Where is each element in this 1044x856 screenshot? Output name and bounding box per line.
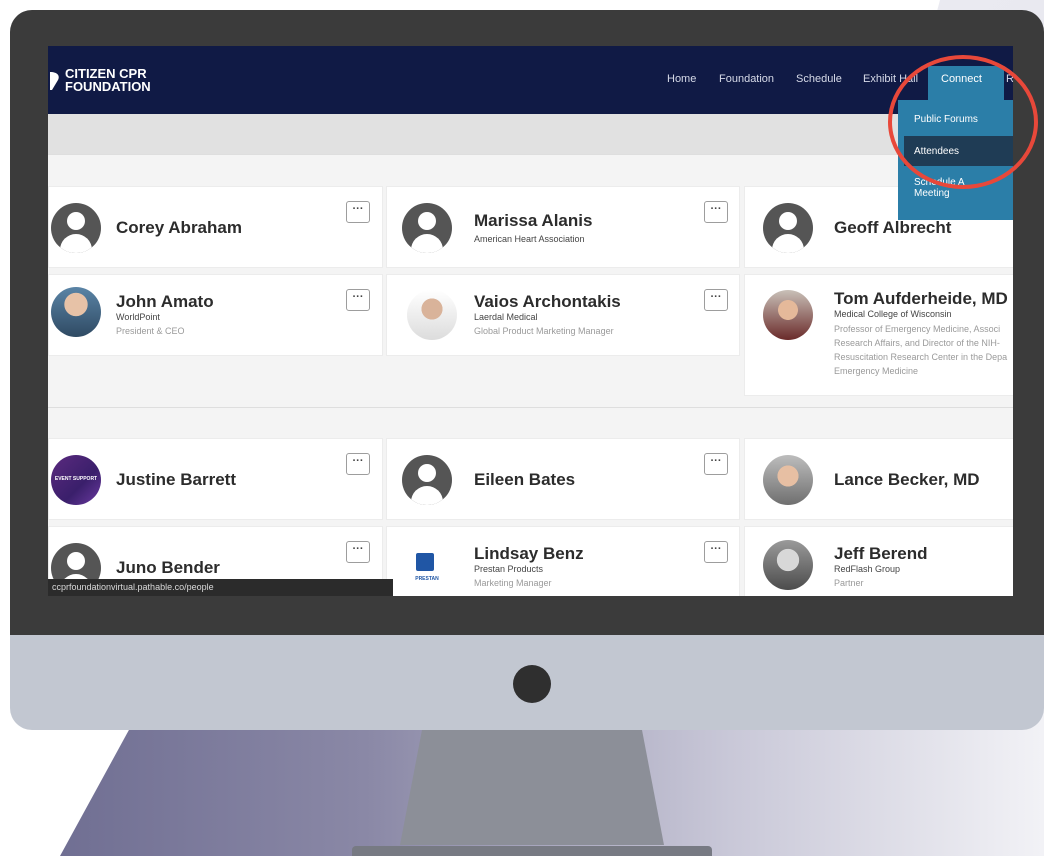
person-name: Justine Barrett: [116, 470, 236, 489]
person-name: Geoff Albrecht: [834, 218, 952, 237]
avatar-label: EVENT SUPPORT: [54, 476, 98, 482]
nav-schedule[interactable]: Schedule: [796, 73, 842, 85]
avatar-photo: [763, 290, 813, 340]
person-name: Corey Abraham: [116, 218, 242, 237]
brand-logo[interactable]: CITIZEN CPR FOUNDATION: [65, 67, 151, 93]
person-card-tom-aufderheide[interactable]: Tom Aufderheide, MD Medical College of W…: [744, 274, 1013, 396]
more-options-button[interactable]: ···: [704, 541, 728, 563]
avatar-photo: [407, 290, 457, 340]
avatar-photo: [763, 455, 813, 505]
section-divider: [48, 407, 1013, 408]
person-name: Lance Becker, MD: [834, 470, 980, 489]
sub-toolbar: [48, 114, 1013, 154]
nav-home[interactable]: Home: [667, 73, 696, 85]
person-org: Prestan Products: [474, 564, 544, 574]
person-org: American Heart Association: [474, 234, 585, 244]
person-card-corey-abraham[interactable]: Corey Abraham ···: [48, 186, 383, 268]
person-role: President & CEO: [116, 326, 185, 336]
person-role: Partner: [834, 578, 864, 588]
person-org: RedFlash Group: [834, 564, 901, 574]
person-name: Tom Aufderheide, MD: [834, 289, 1008, 308]
screen: CITIZEN CPR FOUNDATION Home Foundation S…: [48, 46, 1013, 596]
more-options-button[interactable]: ···: [704, 289, 728, 311]
more-options-button[interactable]: ···: [346, 289, 370, 311]
person-card-marissa-alanis[interactable]: Marissa Alanis American Heart Associatio…: [386, 186, 740, 268]
person-org: Medical College of Wisconsin: [834, 309, 952, 319]
person-role: Marketing Manager: [474, 578, 552, 588]
avatar-photo: [51, 287, 101, 337]
person-name: Lindsay Benz: [474, 544, 584, 563]
person-role-line: Emergency Medicine: [834, 366, 919, 376]
more-options-button[interactable]: ···: [346, 453, 370, 475]
person-name: Jeff Berend: [834, 544, 928, 563]
more-options-button[interactable]: ···: [346, 201, 370, 223]
avatar-label: PRESTAN: [415, 576, 439, 582]
person-org: Laerdal Medical: [474, 312, 538, 322]
avatar: [51, 203, 101, 253]
avatar: [402, 203, 452, 253]
monitor-stand-base: [352, 846, 712, 856]
person-name: John Amato: [116, 292, 214, 311]
person-role-line: Research Affairs, and Director of the NI…: [834, 338, 1000, 348]
person-card-eileen-bates[interactable]: Eileen Bates ···: [386, 438, 740, 520]
person-role-line: Resuscitation Research Center in the Dep…: [834, 352, 1008, 362]
logo-icon: [50, 72, 59, 90]
person-card-lindsay-benz[interactable]: PRESTAN Lindsay Benz Prestan Products Ma…: [386, 526, 740, 596]
monitor-logo-dot: [513, 665, 551, 703]
avatar-photo: [763, 540, 813, 590]
person-name: Juno Bender: [116, 558, 220, 577]
person-card-john-amato[interactable]: John Amato WorldPoint President & CEO ··…: [48, 274, 383, 356]
more-options-button[interactable]: ···: [704, 201, 728, 223]
avatar-company-logo: PRESTAN: [402, 543, 452, 593]
brand-line-2: FOUNDATION: [65, 79, 151, 94]
browser-status-url: ccprfoundationvirtual.pathable.co/people: [48, 579, 393, 596]
avatar: [402, 455, 452, 505]
more-options-button[interactable]: ···: [704, 453, 728, 475]
person-name: Vaios Archontakis: [474, 292, 621, 311]
person-name: Marissa Alanis: [474, 211, 593, 230]
highlight-ring: [888, 55, 1038, 189]
monitor-stand: [400, 730, 664, 845]
person-role: Global Product Marketing Manager: [474, 326, 614, 336]
more-options-button[interactable]: ···: [346, 541, 370, 563]
avatar: [763, 203, 813, 253]
menu-item-label-line-2: Meeting: [914, 188, 950, 199]
person-card-lance-becker[interactable]: Lance Becker, MD: [744, 438, 1013, 520]
person-card-jeff-berend[interactable]: Jeff Berend RedFlash Group Partner: [744, 526, 1013, 596]
nav-foundation[interactable]: Foundation: [719, 73, 774, 85]
person-card-vaios-archontakis[interactable]: Vaios Archontakis Laerdal Medical Global…: [386, 274, 740, 356]
avatar-event-support: EVENT SUPPORT: [51, 455, 101, 505]
person-role-line: Professor of Emergency Medicine, Associ: [834, 324, 1001, 334]
person-org: WorldPoint: [116, 312, 160, 322]
site-header: CITIZEN CPR FOUNDATION Home Foundation S…: [48, 46, 1013, 114]
person-name: Eileen Bates: [474, 470, 576, 489]
divider: [48, 154, 1013, 155]
person-card-justine-barrett[interactable]: EVENT SUPPORT Justine Barrett ···: [48, 438, 383, 520]
